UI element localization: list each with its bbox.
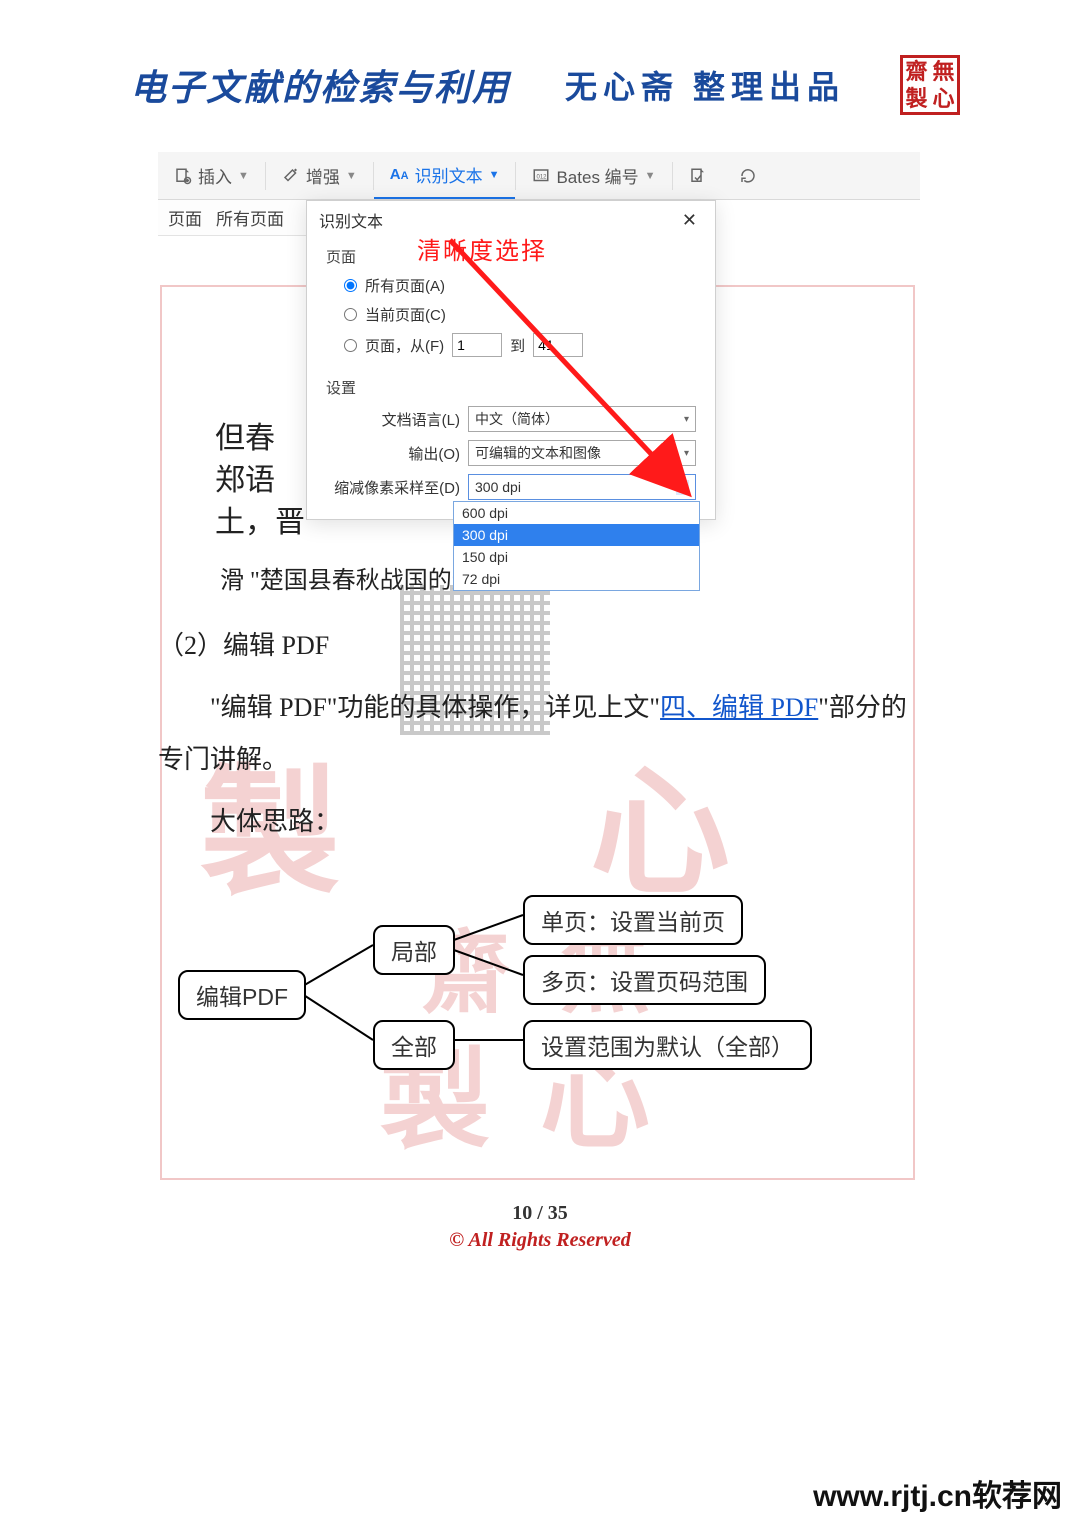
page-number: 10 / 35 [0, 1202, 1080, 1225]
enhance-icon [282, 167, 300, 185]
doc-title: 电子文献的检索与利用 [130, 59, 510, 111]
diagram-node-local: 局部 [373, 925, 455, 975]
dpi-combo[interactable]: 300 dpi ▾ [468, 474, 696, 500]
group-caption-settings: 设置 [326, 377, 696, 398]
lang-combo[interactable]: 中文（简体） ▾ [468, 406, 696, 432]
secbar-all-pages[interactable]: 所有页面 [216, 205, 284, 230]
app-toolbar: 插入 ▼ 增强 ▼ AA 识别文本 ▼ 012 Bates 编号 ▼ [158, 152, 920, 200]
seal-char: 心 [930, 85, 957, 112]
radio-current-label: 当前页面(C) [365, 304, 446, 325]
radio-all-input[interactable] [344, 279, 357, 292]
paragraph: "编辑 PDF"功能的具体操作，详见上文"四、编辑 PDF"部分的专门讲解。 [158, 682, 922, 786]
dropdown-caret-icon: ▼ [489, 169, 500, 181]
dpi-value: 300 dpi [475, 479, 521, 495]
range-mid-label: 到 [510, 335, 525, 356]
radio-range-input[interactable] [344, 339, 357, 352]
toolbar-enhance-label: 增强 [306, 163, 340, 188]
output-combo[interactable]: 可编辑的文本和图像 ▾ [468, 440, 696, 466]
save-icon [689, 167, 707, 185]
reset-icon [739, 167, 757, 185]
settings-group: 设置 文档语言(L) 中文（简体） ▾ 输出(O) 可编辑的文本和图像 ▾ 缩减… [325, 376, 697, 509]
setting-output-row: 输出(O) 可编辑的文本和图像 ▾ [332, 440, 696, 466]
dpi-option-72[interactable]: 72 dpi [454, 568, 699, 590]
page-footer: 10 / 35 © All Rights Reserved [0, 1202, 1080, 1252]
range-to-input[interactable] [533, 333, 583, 357]
para-text: "编辑 PDF"功能的具体操作，详见上文" [210, 693, 660, 722]
edit-pdf-link[interactable]: 四、编辑 PDF [660, 693, 818, 722]
chevron-down-icon: ▾ [684, 414, 689, 425]
diagram-node-root: 编辑PDF [178, 970, 306, 1020]
diagram-node-multi: 多页：设置页码范围 [523, 955, 766, 1005]
dpi-option-300[interactable]: 300 dpi [454, 524, 699, 546]
ocr-icon: AA [390, 166, 409, 183]
secbar-page-label: 页面 [168, 205, 202, 230]
radio-current-input[interactable] [344, 308, 357, 321]
toolbar-ocr[interactable]: AA 识别文本 ▼ [374, 152, 516, 199]
diagram-node-all: 全部 [373, 1020, 455, 1070]
seal-char: 無 [930, 58, 957, 85]
setting-lang-row: 文档语言(L) 中文（简体） ▾ [332, 406, 696, 432]
radio-range-label: 页面，从(F) [365, 335, 444, 356]
chevron-down-icon: ▾ [676, 480, 689, 495]
diagram-node-default: 设置范围为默认（全部） [523, 1020, 812, 1070]
paragraph: 大体思路： [158, 796, 922, 848]
toolbar-insert[interactable]: 插入 ▼ [158, 152, 265, 199]
setting-output-label: 输出(O) [332, 443, 460, 464]
dpi-dropdown[interactable]: 600 dpi 300 dpi 150 dpi 72 dpi [453, 501, 700, 591]
lang-value: 中文（简体） [475, 409, 559, 429]
secondary-bar: 页面 所有页面 [158, 200, 306, 236]
dialog-title-text: 识别文本 [319, 208, 383, 232]
chevron-down-icon: ▾ [684, 448, 689, 459]
close-icon[interactable]: ✕ [676, 210, 703, 231]
section-heading: （2）编辑 PDF [158, 620, 922, 672]
document-page: 电子文献的检索与利用 无心斋 整理出品 齋 無 製 心 齋 無 製 心 製 心 … [0, 0, 1080, 1527]
range-from-input[interactable] [452, 333, 502, 357]
insert-page-icon [174, 167, 192, 185]
source-site: www.rjtj.cn软荐网 [813, 1471, 1062, 1515]
dpi-option-150[interactable]: 150 dpi [454, 546, 699, 568]
dpi-option-600[interactable]: 600 dpi [454, 502, 699, 524]
toolbar-bates[interactable]: 012 Bates 编号 ▼ [516, 152, 671, 199]
radio-all-pages[interactable]: 所有页面(A) [344, 275, 696, 296]
toolbar-insert-label: 插入 [198, 163, 232, 188]
ocr-dialog: 识别文本 ✕ 清晰度选择 页面 所有页面(A) 当前页面(C) 页面，从(F) … [306, 200, 716, 520]
toolbar-ocr-label: 识别文本 [415, 162, 483, 187]
dropdown-caret-icon: ▼ [645, 170, 656, 182]
flow-diagram: 编辑PDF 局部 全部 单页：设置当前页 多页：设置页码范围 设置范围为默认（全… [178, 890, 908, 1090]
seal-char: 齋 [903, 58, 930, 85]
doc-subtitle: 无心斋 整理出品 [565, 62, 845, 108]
radio-page-range[interactable]: 页面，从(F) 到 [344, 333, 696, 357]
page-header: 电子文献的检索与利用 无心斋 整理出品 齋 無 製 心 [130, 55, 960, 115]
radio-current-page[interactable]: 当前页面(C) [344, 304, 696, 325]
setting-dpi-label: 缩减像素采样至(D) [332, 477, 460, 498]
toolbar-enhance[interactable]: 增强 ▼ [266, 152, 373, 199]
toolbar-reset[interactable] [723, 152, 773, 199]
diagram-node-single: 单页：设置当前页 [523, 895, 743, 945]
output-value: 可编辑的文本和图像 [475, 443, 601, 463]
article-body: （2）编辑 PDF "编辑 PDF"功能的具体操作，详见上文"四、编辑 PDF"… [158, 620, 922, 848]
seal-stamp: 齋 無 製 心 [900, 55, 960, 115]
setting-dpi-row: 缩减像素采样至(D) 300 dpi ▾ [332, 474, 696, 500]
bates-icon: 012 [532, 167, 550, 185]
seal-char: 製 [903, 85, 930, 112]
setting-lang-label: 文档语言(L) [332, 409, 460, 430]
radio-all-label: 所有页面(A) [365, 275, 445, 296]
dropdown-caret-icon: ▼ [238, 170, 249, 182]
copyright-text: © All Rights Reserved [0, 1229, 1080, 1252]
toolbar-bates-label: Bates 编号 [556, 163, 638, 188]
svg-text:012: 012 [537, 174, 548, 180]
annotation-label: 清晰度选择 [417, 231, 547, 266]
dropdown-caret-icon: ▼ [346, 170, 357, 182]
toolbar-save[interactable] [673, 152, 723, 199]
